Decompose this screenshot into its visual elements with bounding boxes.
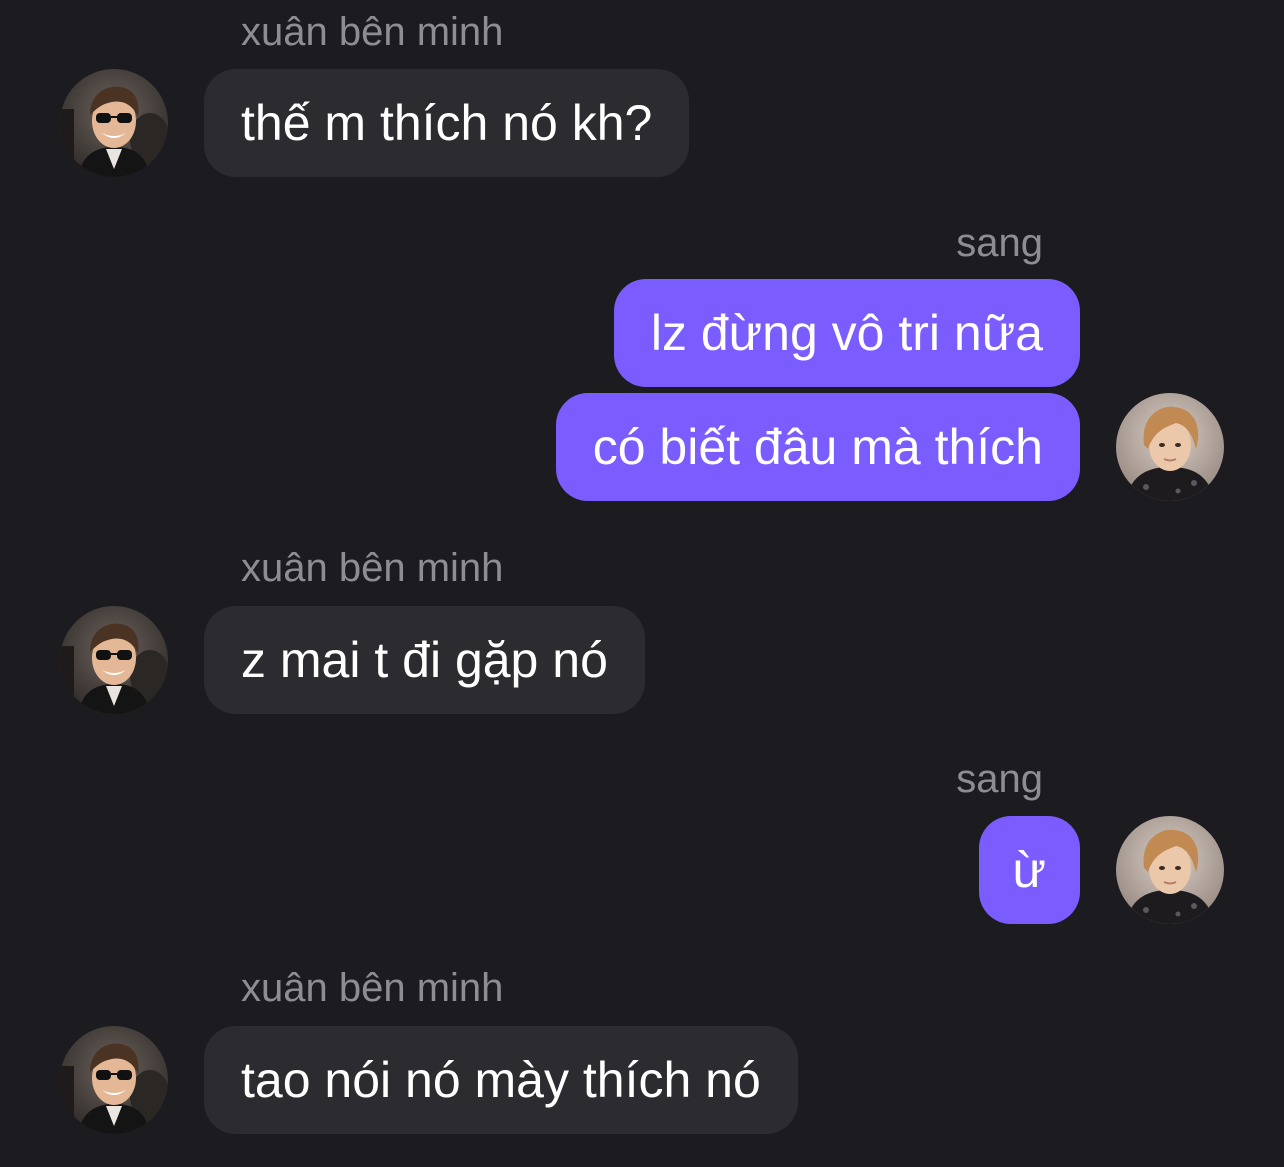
message-bubble-outgoing[interactable]: có biết đâu mà thích <box>555 393 1080 501</box>
sender-name: sang <box>956 757 1043 801</box>
message-bubble-incoming[interactable]: z mai t đi gặp nó <box>204 606 645 714</box>
sender-name: xuân bên minh <box>241 10 504 54</box>
avatar-sang-icon[interactable] <box>1116 393 1224 501</box>
avatar-xuan-icon[interactable] <box>60 1026 168 1134</box>
avatar-sang-icon[interactable] <box>1116 816 1224 924</box>
sender-name: sang <box>956 221 1043 265</box>
sender-name: xuân bên minh <box>241 966 504 1010</box>
avatar-xuan-icon[interactable] <box>60 69 168 177</box>
message-bubble-outgoing[interactable]: lz đừng vô tri nữa <box>613 279 1080 387</box>
message-bubble-outgoing[interactable]: ừ <box>978 816 1080 924</box>
sender-name: xuân bên minh <box>241 546 504 590</box>
message-bubble-incoming[interactable]: tao nói nó mày thích nó <box>204 1026 798 1134</box>
avatar-xuan-icon[interactable] <box>60 606 168 714</box>
message-bubble-incoming[interactable]: thế m thích nó kh? <box>204 69 690 177</box>
